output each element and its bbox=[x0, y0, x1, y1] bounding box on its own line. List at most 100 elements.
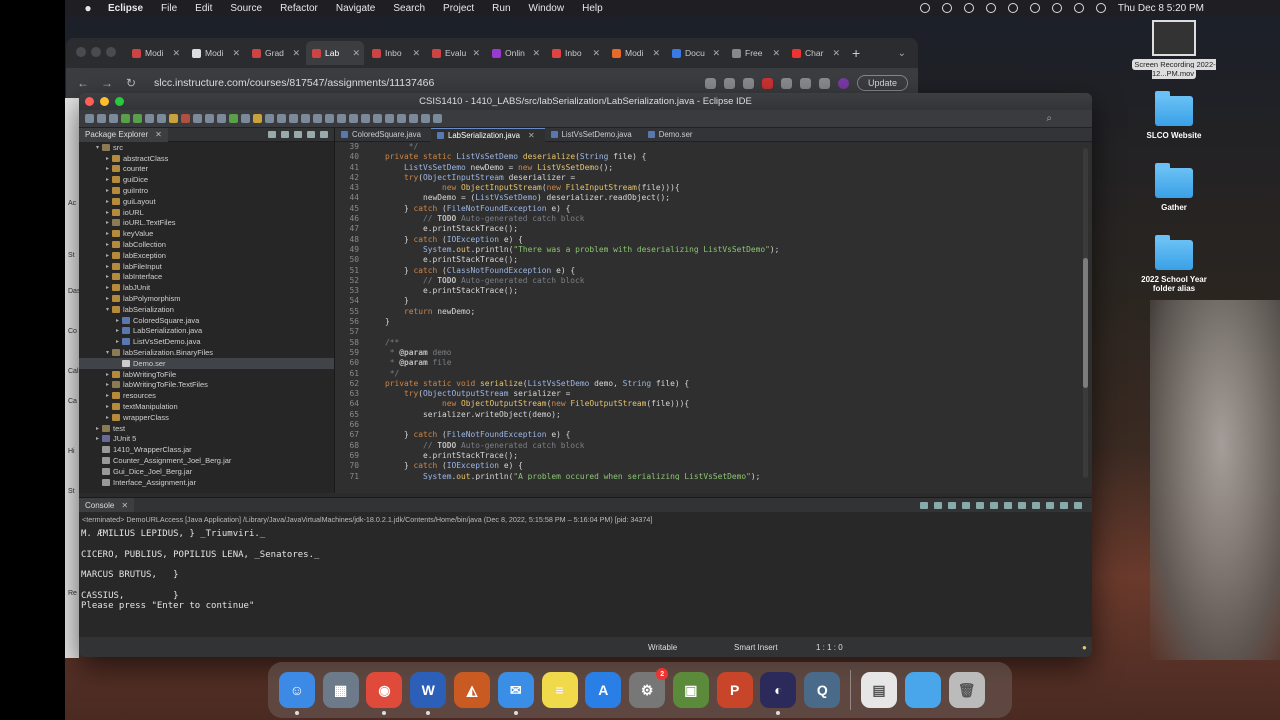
menubar-clock[interactable]: Thu Dec 8 5:20 PM bbox=[1118, 3, 1204, 14]
remove-launch-icon[interactable] bbox=[934, 501, 942, 509]
tree-item-wrapperclass[interactable]: ▸ wrapperClass bbox=[79, 412, 334, 423]
terminate-icon[interactable] bbox=[920, 501, 928, 509]
open-console-icon[interactable] bbox=[1046, 501, 1054, 509]
bookmark-star-icon[interactable] bbox=[723, 77, 735, 89]
browser-tab[interactable]: Char ✕ bbox=[786, 41, 844, 65]
tree-item-counter[interactable]: ▸ counter bbox=[79, 164, 334, 175]
tree-item-labserialization[interactable]: ▾ labSerialization bbox=[79, 304, 334, 315]
toolbar-button-icon[interactable] bbox=[85, 114, 94, 123]
expand-chevron-icon[interactable]: ▸ bbox=[103, 209, 112, 216]
finder-icon[interactable]: ☺ bbox=[278, 672, 315, 715]
code-lines[interactable]: */ private static ListVsSetDemo deserial… bbox=[385, 142, 1080, 480]
toolbar-button-icon[interactable] bbox=[133, 114, 142, 123]
control-center-icon[interactable] bbox=[1073, 3, 1084, 13]
toolbar-button-icon[interactable] bbox=[265, 114, 274, 123]
expand-chevron-icon[interactable]: ▸ bbox=[103, 295, 112, 302]
pin-console-icon[interactable] bbox=[1018, 501, 1026, 509]
tree-item-labwritingtofile-textfiles[interactable]: ▸ labWritingToFile.TextFiles bbox=[79, 380, 334, 391]
expand-chevron-icon[interactable]: ▸ bbox=[103, 198, 112, 205]
update-button[interactable]: Update bbox=[856, 75, 908, 91]
view-menu-icon[interactable] bbox=[294, 131, 302, 138]
minimize-view-icon[interactable] bbox=[307, 131, 315, 138]
trash-icon[interactable]: 🗑 bbox=[948, 672, 985, 708]
browser-tab[interactable]: Inbo ✕ bbox=[546, 41, 604, 65]
expand-chevron-icon[interactable]: ▸ bbox=[103, 392, 112, 399]
expand-chevron-icon[interactable]: ▾ bbox=[103, 306, 112, 313]
wifi-icon[interactable] bbox=[1007, 3, 1018, 13]
tree-item-iourl-textfiles[interactable]: ▸ ioURL.TextFiles bbox=[79, 218, 334, 229]
toolbar-button-icon[interactable] bbox=[205, 114, 214, 123]
display-selected-console-icon[interactable] bbox=[1032, 501, 1040, 509]
tree-item-labexception[interactable]: ▸ labException bbox=[79, 250, 334, 261]
minimize-view-icon[interactable] bbox=[1060, 501, 1068, 509]
close-tab-icon[interactable]: ✕ bbox=[412, 48, 420, 59]
app-store-icon[interactable]: A bbox=[585, 672, 622, 708]
editor-tab[interactable]: LabSerialization.java ✕ bbox=[431, 127, 545, 142]
editor-vertical-scrollbar[interactable] bbox=[1083, 148, 1088, 478]
editor-tab[interactable]: ListVsSetDemo.java bbox=[545, 128, 642, 142]
expand-chevron-icon[interactable]: ▸ bbox=[113, 317, 122, 324]
collapse-all-icon[interactable] bbox=[268, 131, 276, 138]
close-tab-icon[interactable]: ✕ bbox=[472, 48, 480, 59]
browser-tab[interactable]: Free ✕ bbox=[726, 41, 784, 65]
notes-icon[interactable]: ≡ bbox=[541, 672, 578, 708]
extension-icon[interactable] bbox=[780, 77, 792, 89]
toolbar-button-icon[interactable] bbox=[97, 114, 106, 123]
maximize-view-icon[interactable] bbox=[1074, 501, 1082, 509]
toolbar-button-icon[interactable] bbox=[217, 114, 226, 123]
search-icon[interactable] bbox=[1051, 3, 1062, 13]
tree-item-gui-dice-joel-berg-jar[interactable]: Gui_Dice_Joel_Berg.jar bbox=[79, 466, 334, 477]
tree-item-counter-assignment-joel-berg-jar[interactable]: Counter_Assignment_Joel_Berg.jar bbox=[79, 455, 334, 466]
document-icon[interactable]: ▤ bbox=[861, 672, 898, 708]
desktop-folder[interactable]: SLCO Website bbox=[1129, 91, 1219, 140]
window-zoom-button[interactable] bbox=[106, 47, 116, 57]
editor-tab[interactable]: Demo.ser bbox=[642, 128, 738, 142]
tree-item-labcollection[interactable]: ▸ labCollection bbox=[79, 239, 334, 250]
toolbar-button-icon[interactable] bbox=[433, 114, 442, 123]
close-icon[interactable]: ✕ bbox=[155, 130, 162, 139]
menu-app-name[interactable]: Eclipse bbox=[99, 3, 152, 14]
close-tab-icon[interactable]: ✕ bbox=[592, 48, 600, 59]
desktop-folder[interactable]: Gather bbox=[1129, 163, 1219, 212]
extension-icon[interactable] bbox=[761, 77, 773, 89]
extension-icon[interactable] bbox=[742, 77, 754, 89]
word-icon[interactable]: W bbox=[410, 672, 447, 715]
menu-item-window[interactable]: Window bbox=[520, 3, 574, 14]
expand-chevron-icon[interactable]: ▾ bbox=[103, 349, 112, 356]
toolbar-button-icon[interactable] bbox=[253, 114, 262, 123]
close-icon[interactable]: ✕ bbox=[121, 501, 128, 510]
battery-icon[interactable] bbox=[985, 3, 996, 13]
tab-package-explorer[interactable]: Package Explorer ✕ bbox=[79, 127, 168, 142]
tree-item-1410-wrapperclass-jar[interactable]: 1410_WrapperClass.jar bbox=[79, 444, 334, 455]
toolbar-button-icon[interactable] bbox=[229, 114, 238, 123]
siri-icon[interactable] bbox=[1095, 3, 1106, 13]
close-tab-icon[interactable]: ✕ bbox=[532, 48, 540, 59]
browser-tab[interactable]: Modi ✕ bbox=[186, 41, 244, 65]
back-arrow-icon[interactable]: ← bbox=[76, 76, 90, 90]
share-icon[interactable] bbox=[704, 77, 716, 89]
toolbar-button-icon[interactable] bbox=[337, 114, 346, 123]
toolbar-button-icon[interactable] bbox=[289, 114, 298, 123]
close-tab-icon[interactable]: ✕ bbox=[352, 48, 360, 59]
expand-chevron-icon[interactable]: ▸ bbox=[103, 165, 112, 172]
menu-item-project[interactable]: Project bbox=[434, 3, 483, 14]
expand-chevron-icon[interactable]: ▸ bbox=[103, 414, 112, 421]
tree-item-labjunit[interactable]: ▸ labJUnit bbox=[79, 282, 334, 293]
expand-chevron-icon[interactable]: ▸ bbox=[103, 263, 112, 270]
close-tab-icon[interactable]: ✕ bbox=[652, 48, 660, 59]
tree-item-labserialization-java[interactable]: ▸ LabSerialization.java bbox=[79, 326, 334, 337]
browser-tab[interactable]: Modi ✕ bbox=[606, 41, 664, 65]
toolbar-button-icon[interactable] bbox=[409, 114, 418, 123]
eclipse-icon[interactable]: ◐ bbox=[760, 672, 797, 715]
scroll-lock-icon[interactable] bbox=[976, 501, 984, 509]
toolbar-button-icon[interactable] bbox=[301, 114, 310, 123]
toolbar-button-icon[interactable] bbox=[325, 114, 334, 123]
toolbar-button-icon[interactable] bbox=[241, 114, 250, 123]
launchpad-icon[interactable]: ▦ bbox=[322, 672, 359, 708]
tree-item-src[interactable]: ▾ src bbox=[79, 142, 334, 153]
toolbar-button-icon[interactable] bbox=[277, 114, 286, 123]
window-zoom-button[interactable] bbox=[115, 97, 124, 106]
scrollbar-thumb[interactable] bbox=[1083, 258, 1088, 388]
toolbar-button-icon[interactable] bbox=[157, 114, 166, 123]
downloads-folder-icon[interactable] bbox=[904, 672, 941, 708]
